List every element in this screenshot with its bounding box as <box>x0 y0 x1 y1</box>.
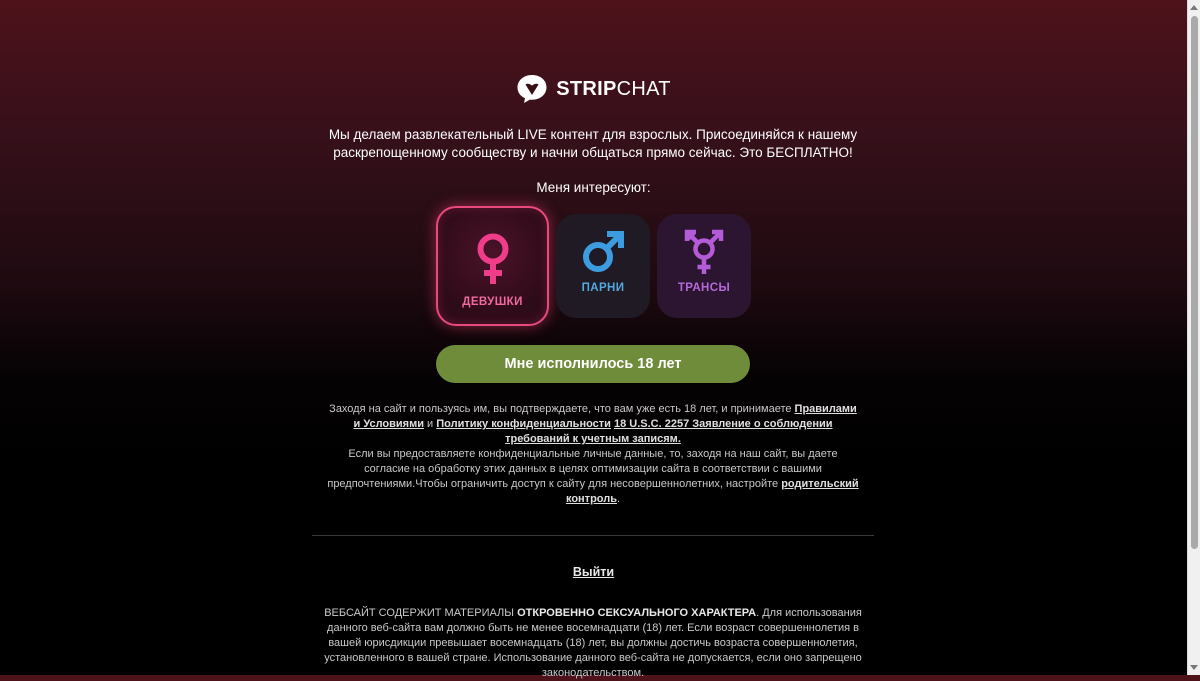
male-symbol-icon <box>583 231 624 272</box>
brand-name: STRIPCHAT <box>556 77 671 100</box>
brand-logo: STRIPCHAT <box>0 74 1187 104</box>
adult-content-warning: ВЕБСАЙТ СОДЕРЖИТ МАТЕРИАЛЫ ОТКРОВЕННО СЕ… <box>312 606 874 681</box>
speech-bubble-heart-icon <box>517 75 547 103</box>
warning-text-part: ВЕБСАЙТ СОДЕРЖИТ МАТЕРИАЛЫ <box>324 607 518 619</box>
female-symbol-icon <box>477 233 508 284</box>
transgender-symbol-icon <box>684 229 724 274</box>
legal-text-part: и <box>424 418 437 430</box>
age-gate-page: STRIPCHAT Мы делаем развлекательный LIVE… <box>0 0 1187 679</box>
scrollbar-thumb[interactable] <box>1191 16 1198 549</box>
scroll-down-arrow-icon[interactable] <box>1190 665 1198 670</box>
privacy-policy-link[interactable]: Политику конфиденциальности <box>436 418 611 430</box>
intro-line-1: Мы делаем развлекательный LIVE контент д… <box>328 127 858 142</box>
age-confirm-button[interactable]: Мне исполнилось 18 лет <box>436 345 750 383</box>
interest-option-girls-label: ДЕВУШКИ <box>462 296 523 308</box>
legal-text-part: . <box>616 493 621 505</box>
interest-option-guys[interactable]: ПАРНИ <box>556 214 650 318</box>
divider <box>312 535 874 536</box>
legal-text: Заходя на сайт и пользуясь им, вы подтве… <box>326 402 860 507</box>
vertical-scrollbar[interactable] <box>1187 0 1200 675</box>
interest-option-girls[interactable]: ДЕВУШКИ <box>436 206 549 326</box>
interest-option-trans-label: ТРАНСЫ <box>677 282 731 294</box>
intro-text: Мы делаем развлекательный LIVE контент д… <box>293 126 893 162</box>
interest-options: ДЕВУШКИ ПАРНИ ТРАНСЫ <box>436 206 752 326</box>
interest-option-guys-label: ПАРНИ <box>581 282 625 294</box>
scroll-up-arrow-icon[interactable] <box>1190 5 1198 10</box>
warning-emphasis: ОТКРОВЕННО СЕКСУАЛЬНОГО ХАРАКТЕРА <box>517 607 757 619</box>
interest-label: Меня интересуют: <box>536 180 651 195</box>
interest-option-trans[interactable]: ТРАНСЫ <box>657 214 751 318</box>
legal-text-part: Если вы предоставляете конфиденциальные … <box>327 448 838 490</box>
exit-link-container: Выйти <box>0 565 1187 579</box>
intro-line-2: раскрепощенному сообществу и начни общат… <box>333 145 853 160</box>
legal-text-part: Заходя на сайт и пользуясь им, вы подтве… <box>329 403 795 415</box>
exit-link[interactable]: Выйти <box>573 565 614 579</box>
